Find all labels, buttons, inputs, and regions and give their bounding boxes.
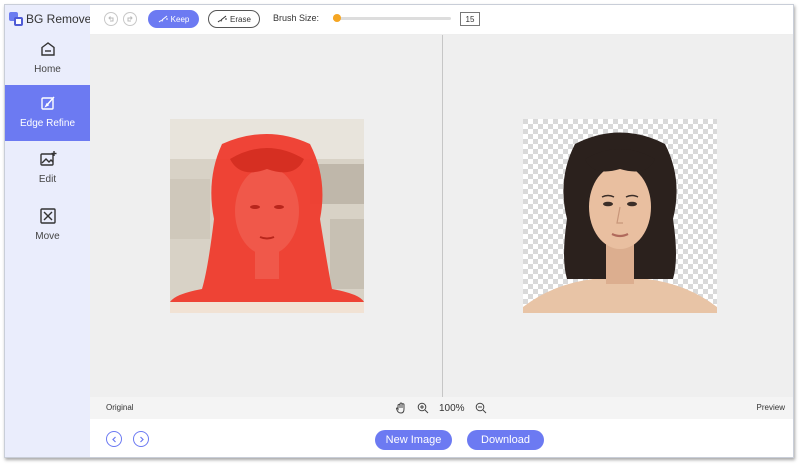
app-window: BG Remover Home Edge Refine Edit Move Ke… bbox=[4, 4, 794, 458]
redo-button[interactable] bbox=[123, 12, 137, 26]
sidebar-item-home[interactable]: Home bbox=[5, 31, 90, 87]
canvas-divider bbox=[442, 35, 443, 397]
toolbar: Keep Erase Brush Size: 15 bbox=[90, 5, 793, 35]
edit-image-icon bbox=[39, 151, 56, 166]
sidebar-item-label: Home bbox=[34, 64, 61, 75]
brush-size-slider[interactable] bbox=[332, 14, 451, 22]
sidebar: BG Remover Home Edge Refine Edit Move bbox=[5, 5, 95, 457]
brush-size-slider-thumb[interactable] bbox=[332, 14, 341, 22]
erase-label: Erase bbox=[230, 14, 251, 24]
preview-image[interactable] bbox=[523, 119, 717, 313]
sidebar-item-edit[interactable]: Edit bbox=[5, 141, 90, 197]
brush-size-label: Brush Size: bbox=[273, 13, 320, 23]
app-logo-icon bbox=[9, 12, 23, 26]
chevron-right-icon bbox=[139, 436, 144, 442]
undo-icon bbox=[108, 16, 114, 22]
undo-button[interactable] bbox=[104, 12, 118, 26]
zoom-in-icon[interactable] bbox=[417, 402, 429, 414]
sidebar-item-edge-refine[interactable]: Edge Refine bbox=[5, 85, 90, 141]
zoom-level: 100% bbox=[439, 402, 465, 414]
redo-icon bbox=[127, 16, 133, 22]
info-bar: Original 100% Preview bbox=[90, 397, 793, 419]
original-label: Original bbox=[106, 403, 134, 412]
keep-button[interactable]: Keep bbox=[148, 10, 199, 28]
keep-brush-icon bbox=[158, 15, 168, 23]
canvas-area bbox=[90, 35, 793, 397]
sidebar-item-label: Move bbox=[35, 231, 60, 242]
erase-brush-icon bbox=[217, 15, 228, 23]
brush-size-value[interactable]: 15 bbox=[460, 12, 480, 26]
home-icon bbox=[40, 42, 55, 56]
erase-button[interactable]: Erase bbox=[208, 10, 260, 28]
app-name: BG Remover bbox=[26, 12, 96, 26]
zoom-out-icon[interactable] bbox=[475, 402, 487, 414]
next-button[interactable] bbox=[133, 431, 149, 447]
previous-button[interactable] bbox=[106, 431, 122, 447]
sidebar-item-label: Edit bbox=[38, 174, 57, 185]
chevron-left-icon bbox=[111, 436, 116, 442]
preview-label: Preview bbox=[756, 403, 785, 412]
sidebar-item-move[interactable]: Move bbox=[5, 198, 90, 254]
app-title: BG Remover bbox=[9, 11, 95, 27]
original-image[interactable] bbox=[170, 119, 364, 313]
hand-pan-icon[interactable] bbox=[395, 402, 407, 414]
footer: New Image Download bbox=[90, 419, 793, 457]
keep-label: Keep bbox=[170, 14, 190, 24]
zoom-controls: 100% bbox=[395, 400, 487, 416]
edge-refine-icon bbox=[40, 96, 55, 110]
sidebar-item-label: Edge Refine bbox=[19, 118, 76, 129]
new-image-button[interactable]: New Image bbox=[375, 430, 452, 450]
download-button[interactable]: Download bbox=[467, 430, 544, 450]
move-icon bbox=[39, 208, 56, 224]
